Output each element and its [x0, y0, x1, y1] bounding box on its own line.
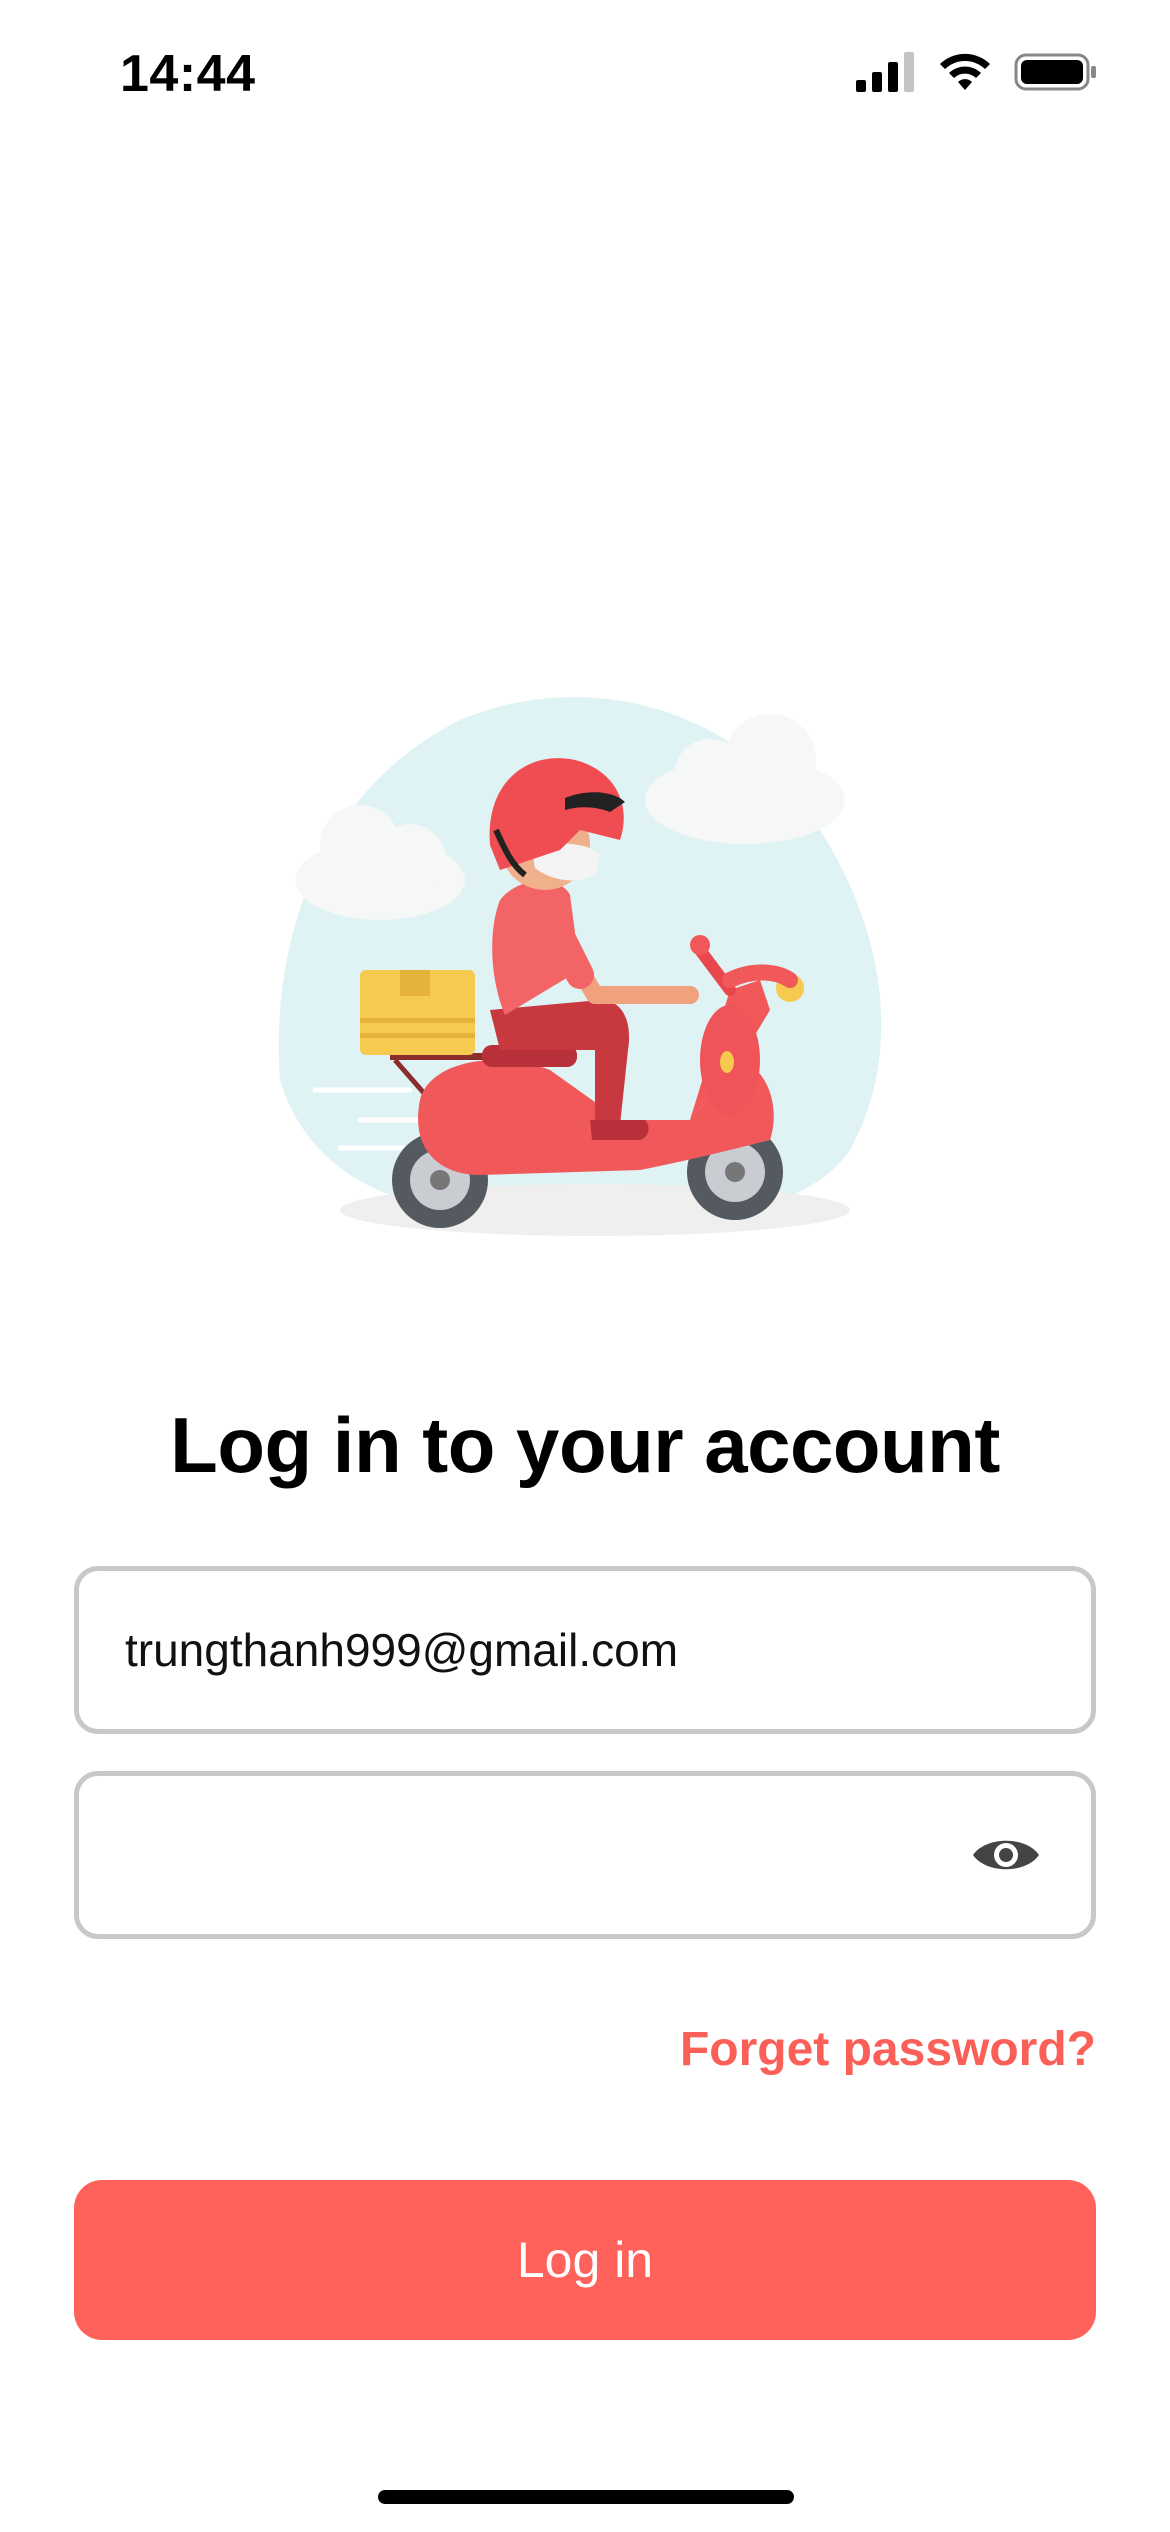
email-field-container[interactable]: [74, 1566, 1096, 1734]
cellular-signal-icon: [856, 52, 914, 92]
delivery-scooter-illustration: [278, 697, 882, 1236]
page-title: Log in to your account: [170, 1401, 1000, 1489]
eye-icon[interactable]: [971, 1830, 1041, 1880]
email-field[interactable]: [125, 1571, 985, 1729]
forgot-password-link[interactable]: Forget password?: [680, 2022, 1096, 2077]
login-button[interactable]: Log in: [74, 2180, 1096, 2340]
password-field[interactable]: [125, 1776, 985, 1934]
battery-icon: [1014, 53, 1096, 91]
status-time: 14:44: [120, 45, 256, 103]
wifi-icon: [940, 53, 990, 90]
password-field-container[interactable]: [74, 1771, 1096, 1939]
home-indicator[interactable]: [378, 2490, 794, 2504]
status-icons: [856, 52, 1098, 92]
status-bar: 14:44: [0, 0, 1170, 150]
